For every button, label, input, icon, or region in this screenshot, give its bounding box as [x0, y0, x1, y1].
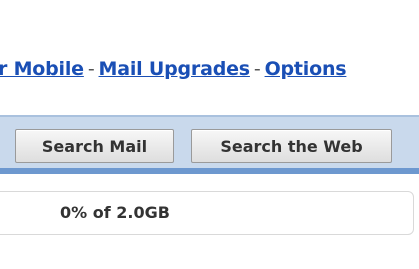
top-links-bar: r Mobile - Mail Upgrades - Options	[0, 58, 347, 80]
storage-quota-box: 0% of 2.0GB	[0, 191, 414, 235]
storage-usage-text: 0% of 2.0GB	[60, 203, 170, 222]
link-separator: -	[87, 58, 95, 80]
search-bar: Search Mail Search the Web	[0, 115, 419, 174]
link-separator: -	[253, 58, 261, 80]
page: r Mobile - Mail Upgrades - Options Search Ma…	[0, 0, 419, 269]
search-web-button[interactable]: Search the Web	[191, 129, 392, 163]
mobile-link[interactable]: r Mobile	[0, 58, 84, 80]
search-mail-button[interactable]: Search Mail	[15, 129, 174, 163]
options-link[interactable]: Options	[265, 58, 347, 80]
mail-upgrades-link[interactable]: Mail Upgrades	[99, 58, 251, 80]
